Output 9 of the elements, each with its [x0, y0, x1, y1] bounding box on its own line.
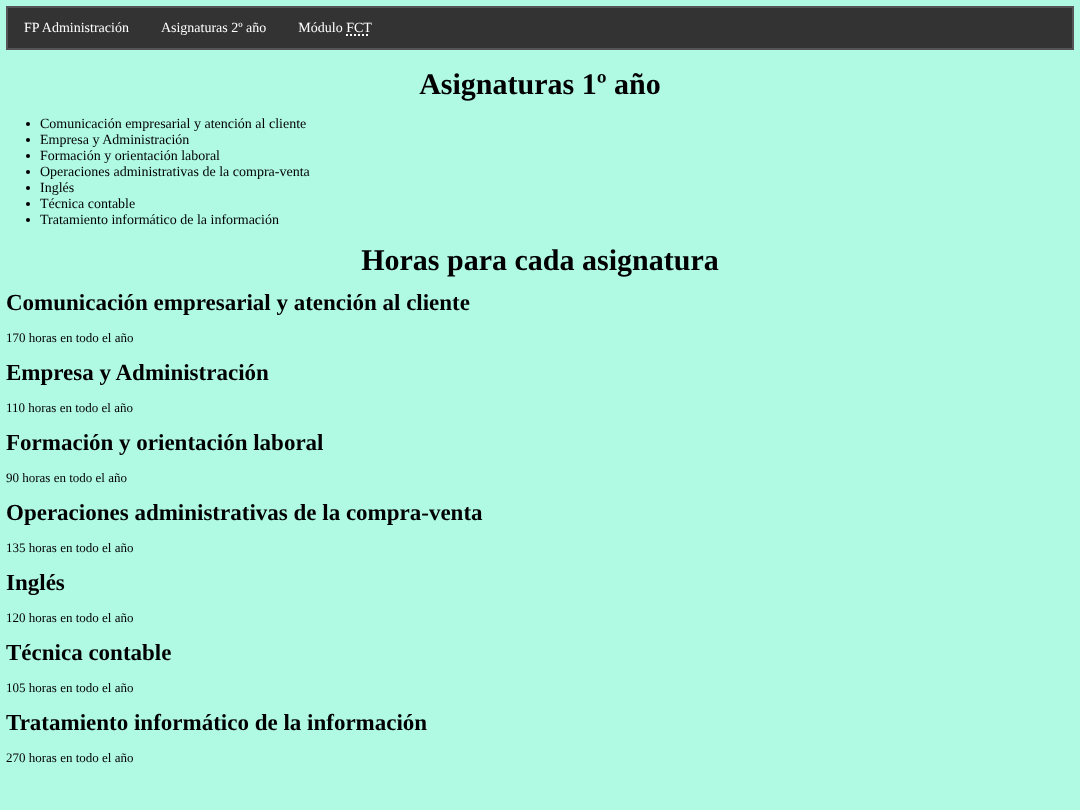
subject-heading: Tratamiento informático de la información: [6, 710, 430, 738]
subject-heading: Operaciones administrativas de la compra-venta: [6, 500, 485, 528]
page-title: Asignaturas 1º año: [417, 68, 663, 106]
section-heading: Horas para cada asignatura: [359, 244, 721, 282]
subject-heading: Empresa y Administración: [6, 360, 271, 388]
subject-heading: Técnica contable: [6, 640, 174, 668]
subject-heading: Formación y orientación laboral: [6, 430, 326, 458]
subject-heading: Comunicación empresarial y atención al cliente: [6, 290, 472, 318]
subject-heading: Inglés: [6, 570, 67, 598]
